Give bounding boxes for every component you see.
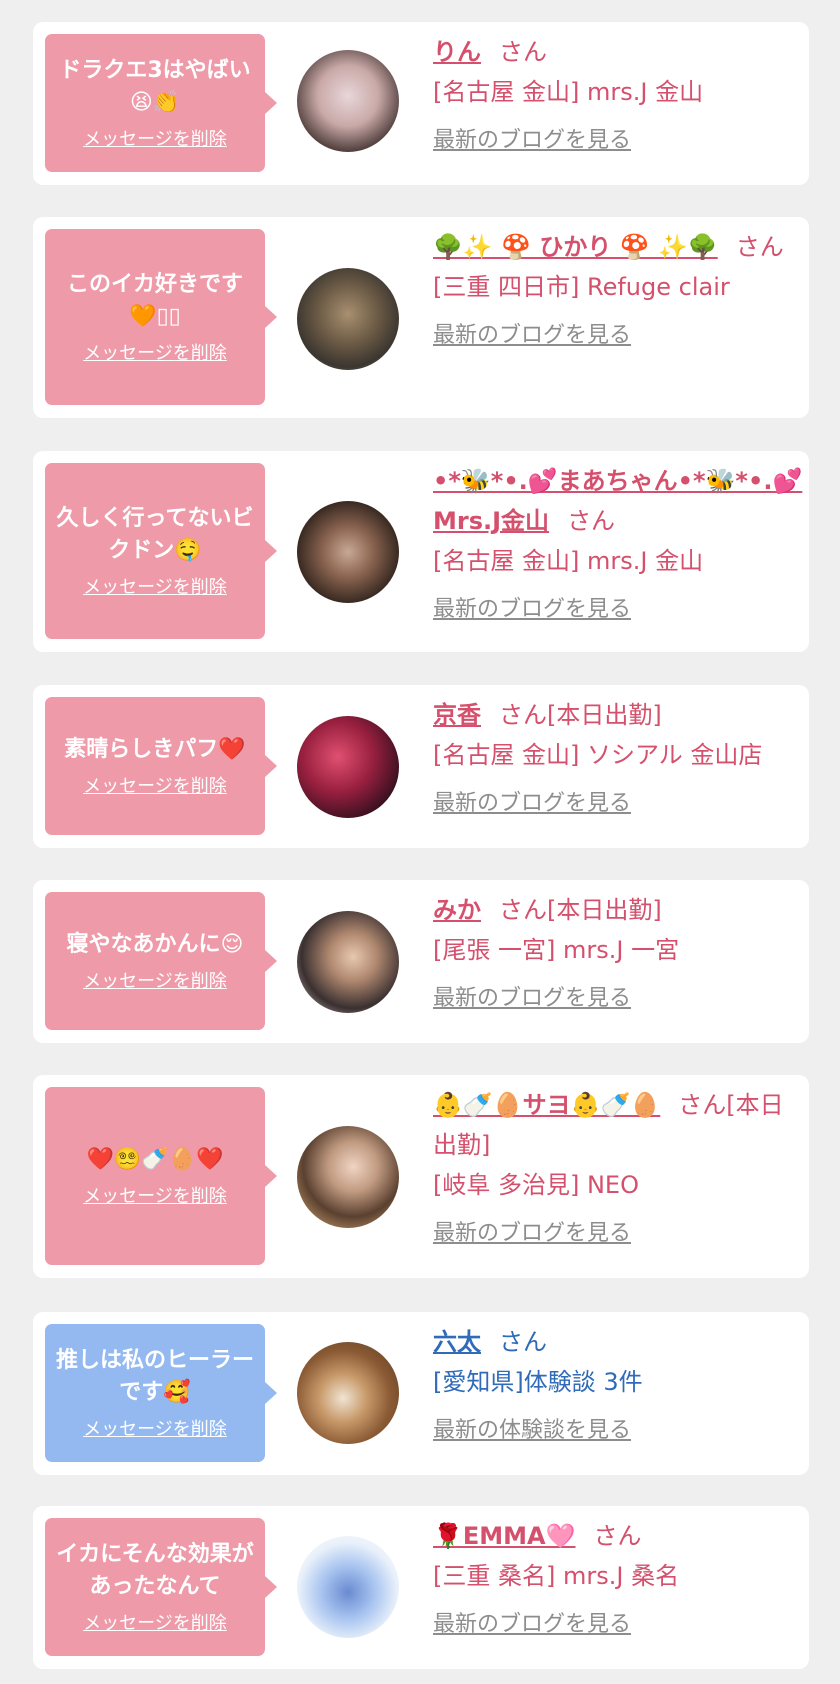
name-line: •*🐝*•.💕まあちゃん•*🐝*•.💕Mrs.J金山 さん bbox=[433, 461, 803, 541]
delete-message-link[interactable]: メッセージを削除 bbox=[83, 1419, 227, 1441]
message-text: このイカ好きです🧡▯▯ bbox=[66, 272, 243, 329]
profile-info: 👶🍼🥚サヨ👶🍼🥚 さん[本日出勤] [岐阜 多治見] NEO 最新のブログを見る bbox=[433, 1085, 803, 1249]
profile-name-link[interactable]: 🌹EMMA🩷 bbox=[433, 1522, 576, 1550]
latest-blog-link[interactable]: 最新のブログを見る bbox=[433, 595, 803, 625]
profile-info: 京香 さん[本日出勤] [名古屋 金山] ソシアル 金山店 最新のブログを見る bbox=[433, 695, 803, 819]
name-suffix: さん[本日出勤] bbox=[499, 896, 662, 924]
delete-message-link[interactable]: メッセージを削除 bbox=[83, 343, 227, 365]
message-card: ❤️😵‍💫🍼🥚❤️ メッセージを削除 👶🍼🥚サヨ👶🍼🥚 さん[本日出勤] [岐阜 … bbox=[33, 1075, 809, 1278]
avatar[interactable] bbox=[297, 1342, 399, 1444]
profile-name-link[interactable]: •*🐝*•.💕まあちゃん•*🐝*•.💕Mrs.J金山 bbox=[433, 467, 802, 535]
message-text: イカにそんな効果があったなんて bbox=[56, 1542, 254, 1599]
name-line: 🌳✨ 🍄 ひかり 🍄 ✨🌳 さん bbox=[433, 227, 803, 267]
message-card: ドラクエ3はやばい😫👏 メッセージを削除 りん さん [名古屋 金山] mrs.J… bbox=[33, 22, 809, 185]
shop-label: [愛知県]体験談 3件 bbox=[433, 1368, 643, 1396]
name-suffix: さん bbox=[499, 38, 547, 66]
name-line: 🌹EMMA🩷 さん bbox=[433, 1516, 803, 1556]
profile-name-link[interactable]: みか bbox=[433, 896, 481, 924]
message-card: 推しは私のヒーラーです🥰 メッセージを削除 六太 さん [愛知県]体験談 3件 最… bbox=[33, 1312, 809, 1475]
delete-message-link[interactable]: メッセージを削除 bbox=[83, 577, 227, 599]
avatar[interactable] bbox=[297, 1536, 399, 1638]
message-bubble: ❤️😵‍💫🍼🥚❤️ メッセージを削除 bbox=[45, 1087, 277, 1265]
message-bubble: 寝やなあかんに😌 メッセージを削除 bbox=[45, 892, 277, 1030]
latest-blog-link[interactable]: 最新のブログを見る bbox=[433, 789, 803, 819]
shop-label: [岐阜 多治見] NEO bbox=[433, 1171, 639, 1199]
profile-info: 🌳✨ 🍄 ひかり 🍄 ✨🌳 さん [三重 四日市] Refuge clair 最新… bbox=[433, 227, 803, 351]
message-card: このイカ好きです🧡▯▯ メッセージを削除 🌳✨ 🍄 ひかり 🍄 ✨🌳 さん [三重… bbox=[33, 217, 809, 418]
shop-label: [三重 四日市] Refuge clair bbox=[433, 273, 730, 301]
avatar[interactable] bbox=[297, 1126, 399, 1228]
message-bubble: 推しは私のヒーラーです🥰 メッセージを削除 bbox=[45, 1324, 277, 1462]
message-card: イカにそんな効果があったなんて メッセージを削除 🌹EMMA🩷 さん [三重 桑名… bbox=[33, 1506, 809, 1669]
shop-label: [三重 桑名] mrs.J 桑名 bbox=[433, 1562, 680, 1590]
name-suffix: さん bbox=[735, 233, 784, 261]
delete-message-link[interactable]: メッセージを削除 bbox=[83, 776, 227, 798]
shop-label: [名古屋 金山] ソシアル 金山店 bbox=[433, 741, 763, 769]
name-line: りん さん bbox=[433, 32, 803, 72]
latest-review-link[interactable]: 最新の体験談を見る bbox=[433, 1416, 803, 1446]
name-suffix: さん bbox=[499, 1328, 547, 1356]
message-text: 素晴らしきパフ❤️ bbox=[64, 737, 246, 762]
latest-blog-link[interactable]: 最新のブログを見る bbox=[433, 984, 803, 1014]
message-bubble: ドラクエ3はやばい😫👏 メッセージを削除 bbox=[45, 34, 277, 172]
profile-info: 🌹EMMA🩷 さん [三重 桑名] mrs.J 桑名 最新のブログを見る bbox=[433, 1516, 803, 1640]
avatar[interactable] bbox=[297, 911, 399, 1013]
shop-label: [名古屋 金山] mrs.J 金山 bbox=[433, 547, 704, 575]
message-text: ドラクエ3はやばい😫👏 bbox=[59, 58, 251, 115]
message-text: ❤️😵‍💫🍼🥚❤️ bbox=[86, 1147, 224, 1172]
shop-label: [名古屋 金山] mrs.J 金山 bbox=[433, 78, 704, 106]
profile-name-link[interactable]: 👶🍼🥚サヨ👶🍼🥚 bbox=[433, 1091, 660, 1119]
profile-info: 六太 さん [愛知県]体験談 3件 最新の体験談を見る bbox=[433, 1322, 803, 1446]
latest-blog-link[interactable]: 最新のブログを見る bbox=[433, 321, 803, 351]
message-card: 寝やなあかんに😌 メッセージを削除 みか さん[本日出勤] [尾張 一宮] mrs… bbox=[33, 880, 809, 1043]
avatar[interactable] bbox=[297, 716, 399, 818]
shop-label: [尾張 一宮] mrs.J 一宮 bbox=[433, 936, 680, 964]
profile-name-link[interactable]: 六太 bbox=[433, 1328, 481, 1356]
name-suffix: さん[本日出勤] bbox=[499, 701, 662, 729]
latest-blog-link[interactable]: 最新のブログを見る bbox=[433, 1610, 803, 1640]
name-suffix: さん bbox=[567, 507, 616, 535]
profile-name-link[interactable]: りん bbox=[433, 38, 481, 66]
name-line: 六太 さん bbox=[433, 1322, 803, 1362]
profile-info: •*🐝*•.💕まあちゃん•*🐝*•.💕Mrs.J金山 さん [名古屋 金山] mr… bbox=[433, 461, 803, 625]
message-bubble: イカにそんな効果があったなんて メッセージを削除 bbox=[45, 1518, 277, 1656]
profile-name-link[interactable]: 京香 bbox=[433, 701, 481, 729]
latest-blog-link[interactable]: 最新のブログを見る bbox=[433, 126, 803, 156]
profile-info: みか さん[本日出勤] [尾張 一宮] mrs.J 一宮 最新のブログを見る bbox=[433, 890, 803, 1014]
profile-info: りん さん [名古屋 金山] mrs.J 金山 最新のブログを見る bbox=[433, 32, 803, 156]
message-bubble: 素晴らしきパフ❤️ メッセージを削除 bbox=[45, 697, 277, 835]
delete-message-link[interactable]: メッセージを削除 bbox=[83, 129, 227, 151]
delete-message-link[interactable]: メッセージを削除 bbox=[83, 1613, 227, 1635]
latest-blog-link[interactable]: 最新のブログを見る bbox=[433, 1219, 803, 1249]
message-card: 久しく行ってないビクドン🤤 メッセージを削除 •*🐝*•.💕まあちゃん•*🐝*•… bbox=[33, 451, 809, 652]
message-card: 素晴らしきパフ❤️ メッセージを削除 京香 さん[本日出勤] [名古屋 金山] ソ… bbox=[33, 685, 809, 848]
name-suffix: さん bbox=[593, 1522, 642, 1550]
message-text: 寝やなあかんに😌 bbox=[66, 932, 244, 957]
name-line: 👶🍼🥚サヨ👶🍼🥚 さん[本日出勤] bbox=[433, 1085, 803, 1165]
message-bubble: 久しく行ってないビクドン🤤 メッセージを削除 bbox=[45, 463, 277, 639]
message-text: 推しは私のヒーラーです🥰 bbox=[55, 1348, 254, 1405]
avatar[interactable] bbox=[297, 50, 399, 152]
avatar[interactable] bbox=[297, 501, 399, 603]
profile-name-link[interactable]: 🌳✨ 🍄 ひかり 🍄 ✨🌳 bbox=[433, 233, 718, 261]
delete-message-link[interactable]: メッセージを削除 bbox=[83, 971, 227, 993]
delete-message-link[interactable]: メッセージを削除 bbox=[83, 1186, 227, 1208]
name-line: 京香 さん[本日出勤] bbox=[433, 695, 803, 735]
avatar[interactable] bbox=[297, 268, 399, 370]
name-line: みか さん[本日出勤] bbox=[433, 890, 803, 930]
message-bubble: このイカ好きです🧡▯▯ メッセージを削除 bbox=[45, 229, 277, 405]
message-text: 久しく行ってないビクドン🤤 bbox=[56, 506, 254, 563]
